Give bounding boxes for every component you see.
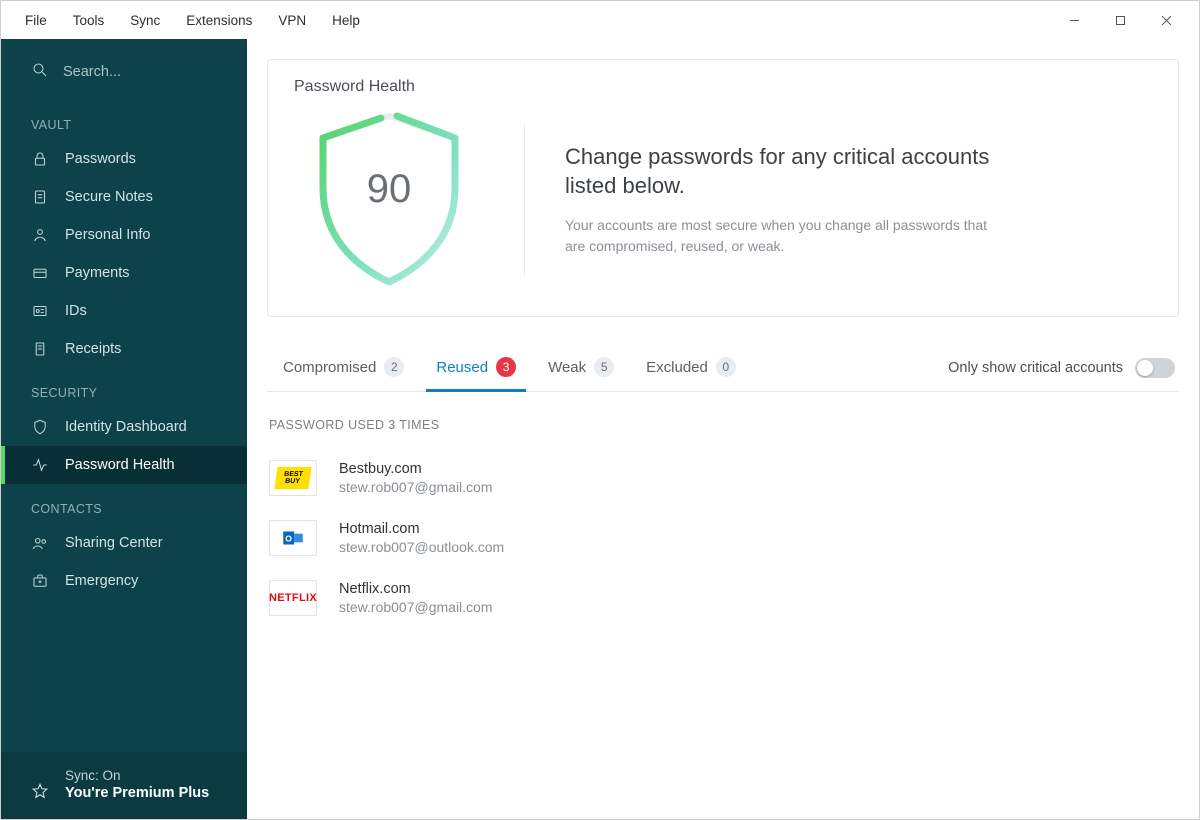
sidebar-item-password-health[interactable]: Password Health — [1, 446, 247, 484]
activity-icon — [31, 456, 49, 474]
tab-badge: 0 — [716, 357, 736, 377]
account-user: stew.rob007@gmail.com — [339, 599, 493, 615]
sidebar: VAULT Passwords Secure Notes Personal In… — [1, 39, 247, 819]
sidebar-item-label: Identity Dashboard — [65, 419, 187, 435]
menubar-menus: File Tools Sync Extensions VPN Help — [11, 13, 360, 28]
app-window: File Tools Sync Extensions VPN Help VAUL… — [0, 0, 1200, 820]
tab-label: Excluded — [646, 359, 708, 376]
account-row[interactable]: NETFLIX Netflix.com stew.rob007@gmail.co… — [267, 568, 1179, 628]
tabs: Compromised 2 Reused 3 Weak 5 Excluded 0… — [267, 345, 1179, 392]
sidebar-item-sharing-center[interactable]: Sharing Center — [1, 524, 247, 562]
sidebar-item-label: Sharing Center — [65, 535, 163, 551]
tab-badge: 5 — [594, 357, 614, 377]
sidebar-item-label: Secure Notes — [65, 189, 153, 205]
sidebar-item-label: IDs — [65, 303, 87, 319]
id-icon — [31, 302, 49, 320]
menu-sync[interactable]: Sync — [130, 13, 160, 28]
window-controls — [1051, 5, 1189, 35]
minimize-button[interactable] — [1051, 5, 1097, 35]
account-site: Netflix.com — [339, 581, 493, 597]
sidebar-item-label: Emergency — [65, 573, 138, 589]
menu-file[interactable]: File — [25, 13, 47, 28]
sidebar-item-receipts[interactable]: Receipts — [1, 330, 247, 368]
account-user: stew.rob007@outlook.com — [339, 539, 504, 555]
sidebar-item-ids[interactable]: IDs — [1, 292, 247, 330]
sidebar-item-payments[interactable]: Payments — [1, 254, 247, 292]
sidebar-item-label: Receipts — [65, 341, 121, 357]
briefcase-icon — [31, 572, 49, 590]
tab-excluded[interactable]: Excluded 0 — [630, 345, 752, 391]
site-logo-bestbuy: BESTBUY — [269, 460, 317, 496]
sidebar-item-label: Payments — [65, 265, 129, 281]
tab-weak[interactable]: Weak 5 — [532, 345, 630, 391]
account-user: stew.rob007@gmail.com — [339, 479, 493, 495]
divider — [524, 125, 525, 275]
section-vault-label: VAULT — [1, 100, 247, 140]
sidebar-item-personal-info[interactable]: Personal Info — [1, 216, 247, 254]
menubar: File Tools Sync Extensions VPN Help — [1, 1, 1199, 39]
tab-badge: 2 — [384, 357, 404, 377]
search-icon — [31, 61, 49, 82]
search-row[interactable] — [1, 39, 247, 100]
tab-badge: 3 — [496, 357, 516, 377]
menu-vpn[interactable]: VPN — [278, 13, 306, 28]
sidebar-item-label: Passwords — [65, 151, 136, 167]
sidebar-item-label: Personal Info — [65, 227, 150, 243]
close-button[interactable] — [1143, 5, 1189, 35]
main-content: Password Health — [247, 39, 1199, 819]
lock-icon — [31, 150, 49, 168]
sidebar-item-secure-notes[interactable]: Secure Notes — [1, 178, 247, 216]
sync-status: Sync: On — [65, 768, 209, 783]
headline: Change passwords for any critical accoun… — [565, 143, 1025, 200]
account-site: Bestbuy.com — [339, 461, 493, 477]
sidebar-item-label: Password Health — [65, 457, 175, 473]
account-row[interactable]: O Hotmail.com stew.rob007@outlook.com — [267, 508, 1179, 568]
health-card: Password Health — [267, 59, 1179, 317]
tab-label: Compromised — [283, 359, 376, 376]
tab-compromised[interactable]: Compromised 2 — [267, 345, 420, 391]
note-icon — [31, 188, 49, 206]
critical-toggle-label: Only show critical accounts — [948, 360, 1123, 376]
account-row[interactable]: BESTBUY Bestbuy.com stew.rob007@gmail.co… — [267, 448, 1179, 508]
maximize-button[interactable] — [1097, 5, 1143, 35]
page-title: Password Health — [294, 78, 1152, 96]
outlook-icon: O — [280, 525, 306, 551]
receipt-icon — [31, 340, 49, 358]
sidebar-item-emergency[interactable]: Emergency — [1, 562, 247, 600]
tab-label: Reused — [436, 359, 488, 376]
search-input[interactable] — [63, 64, 250, 80]
svg-text:O: O — [285, 533, 292, 543]
critical-toggle[interactable] — [1135, 358, 1175, 378]
menu-help[interactable]: Help — [332, 13, 360, 28]
person-icon — [31, 226, 49, 244]
menu-tools[interactable]: Tools — [73, 13, 105, 28]
site-logo-netflix: NETFLIX — [269, 580, 317, 616]
site-logo-hotmail: O — [269, 520, 317, 556]
sidebar-item-passwords[interactable]: Passwords — [1, 140, 247, 178]
group-header: PASSWORD USED 3 TIMES — [269, 418, 1179, 432]
shield-icon — [31, 418, 49, 436]
shield-score-icon: 90 — [309, 110, 469, 290]
plan-label: You're Premium Plus — [65, 785, 209, 801]
sub-text: Your accounts are most secure when you c… — [565, 215, 1005, 257]
sidebar-item-identity-dashboard[interactable]: Identity Dashboard — [1, 408, 247, 446]
star-icon — [31, 782, 49, 800]
section-security-label: SECURITY — [1, 368, 247, 408]
sidebar-footer[interactable]: Sync: On You're Premium Plus — [1, 752, 247, 819]
tab-label: Weak — [548, 359, 586, 376]
account-site: Hotmail.com — [339, 521, 504, 537]
score-value: 90 — [367, 167, 412, 211]
health-shield: 90 — [294, 110, 484, 290]
menu-extensions[interactable]: Extensions — [186, 13, 252, 28]
section-contacts-label: CONTACTS — [1, 484, 247, 524]
tab-reused[interactable]: Reused 3 — [420, 345, 532, 391]
card-icon — [31, 264, 49, 282]
people-icon — [31, 534, 49, 552]
